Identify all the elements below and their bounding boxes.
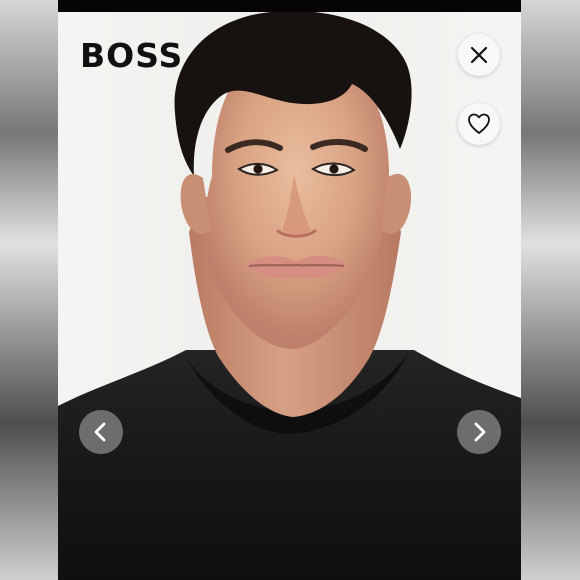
model-photo [58,12,521,580]
next-image-button[interactable] [457,410,501,454]
close-button[interactable] [458,34,500,76]
left-iris [253,164,263,174]
product-image-card: BOSS [58,12,521,580]
previous-image-button[interactable] [79,410,123,454]
heart-icon [467,113,491,135]
top-black-bar [58,0,521,12]
brand-logo: BOSS [80,36,184,75]
blurred-left-background [0,0,58,580]
right-iris [329,164,339,174]
product-image-viewer: BOSS [0,0,580,580]
chevron-right-icon [468,421,490,443]
blurred-right-background [521,0,580,580]
mouth-line [248,263,345,267]
favorite-button[interactable] [458,103,500,145]
close-icon [468,44,490,66]
chevron-left-icon [90,421,112,443]
